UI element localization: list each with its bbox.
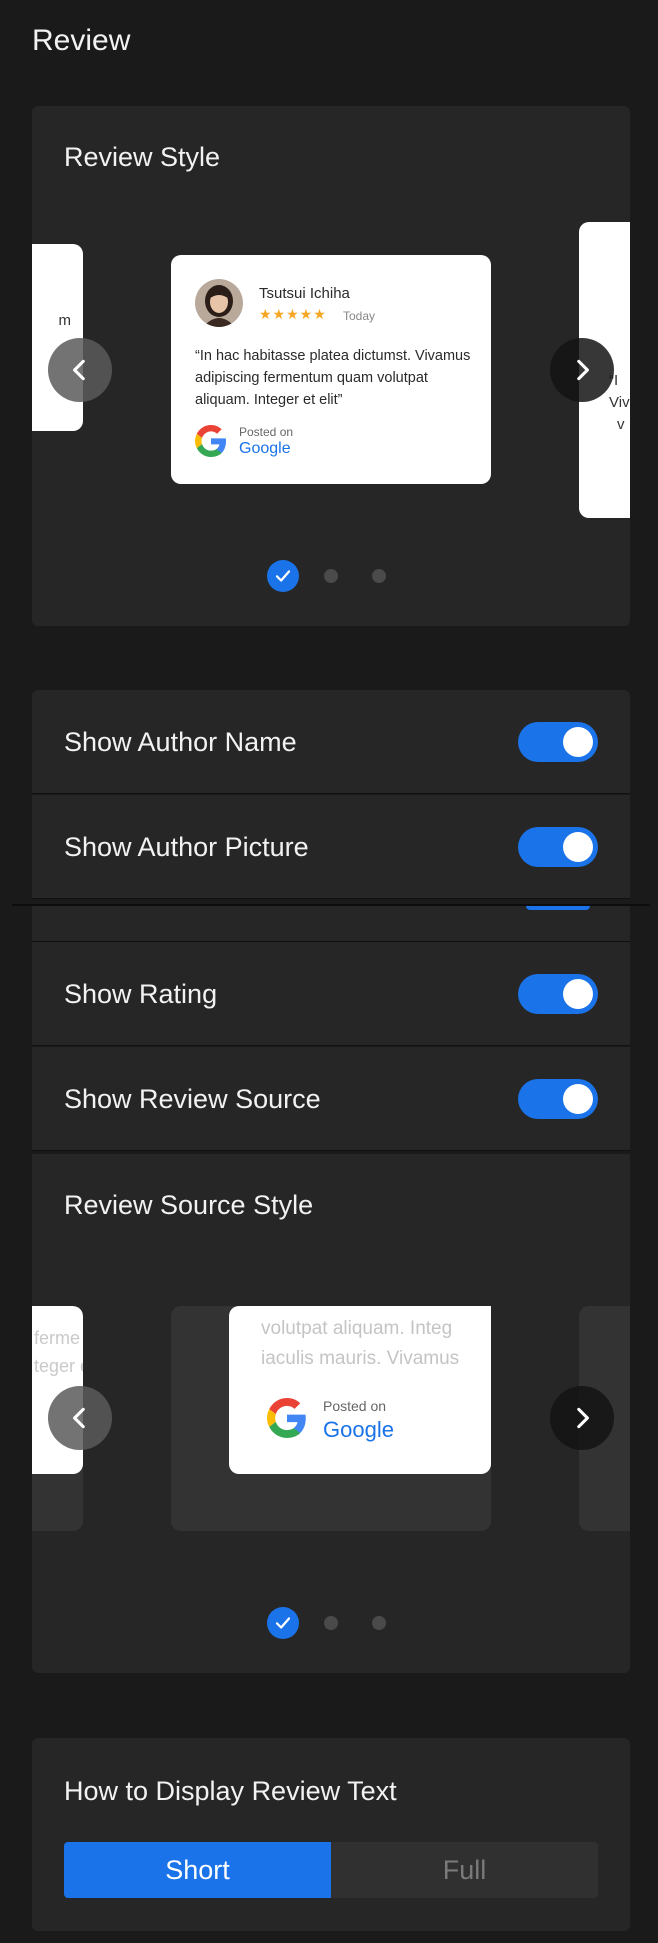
carousel-next-button[interactable] xyxy=(550,338,614,402)
faded-text: ferme xyxy=(34,1328,81,1348)
review-source-style-title: Review Source Style xyxy=(64,1190,314,1220)
peek-text: Viv xyxy=(609,394,630,411)
carousel-prev-button[interactable] xyxy=(48,338,112,402)
switch-knob xyxy=(563,979,593,1009)
toggle-row-author-picture: Show Author Picture xyxy=(32,795,630,899)
toggle-row-author-name: Show Author Name xyxy=(32,690,630,794)
switch-knob xyxy=(563,1084,593,1114)
review-source-style-panel: Review Source Style ferme teger e volutp… xyxy=(32,1154,630,1673)
chevron-right-icon xyxy=(577,359,589,381)
short-option-button[interactable]: Short xyxy=(64,1842,331,1898)
chevron-left-icon xyxy=(73,359,85,381)
chevron-left-icon xyxy=(73,1407,85,1429)
switch-knob xyxy=(563,727,593,757)
toggle-label: Show Author Name xyxy=(64,727,297,757)
carousel-prev-button[interactable] xyxy=(48,1386,112,1450)
switch-edge xyxy=(526,906,590,910)
author-picture-switch[interactable] xyxy=(518,827,598,867)
review-card-preview[interactable]: Tsutsui Ichiha ★★★★★ Today “In hac habit… xyxy=(171,255,491,484)
switch-knob xyxy=(563,832,593,862)
review-source-name: Google xyxy=(239,440,291,457)
carousel-pagination xyxy=(32,560,630,592)
star-rating: ★★★★★ xyxy=(259,306,327,322)
review-source-switch[interactable] xyxy=(518,1079,598,1119)
faded-text: volutpat aliquam. Integ xyxy=(261,1318,453,1339)
pagination-dot-active[interactable] xyxy=(267,1607,299,1639)
google-logo-icon xyxy=(195,425,226,457)
posted-on-label: Posted on xyxy=(323,1398,387,1414)
review-source-name: Google xyxy=(323,1417,394,1442)
toggle-row-review-source: Show Review Source xyxy=(32,1047,630,1151)
faded-text: iaculis mauris. Vivamus xyxy=(261,1348,460,1369)
toggle-label: Show Author Picture xyxy=(64,832,309,862)
author-name: Tsutsui Ichiha xyxy=(259,285,350,302)
display-mode-segmented-control: Short Full xyxy=(64,1842,598,1898)
carousel-pagination xyxy=(32,1607,630,1639)
source-style-preview[interactable]: volutpat aliquam. Integ iaculis mauris. … xyxy=(171,1306,491,1531)
rating-switch[interactable] xyxy=(518,974,598,1014)
source-card: volutpat aliquam. Integ iaculis mauris. … xyxy=(229,1306,491,1474)
display-review-text-title: How to Display Review Text xyxy=(64,1776,397,1806)
pagination-dot[interactable] xyxy=(372,1616,386,1630)
review-date: Today xyxy=(343,309,376,323)
checkmark-icon xyxy=(275,570,291,582)
peek-text: m xyxy=(58,312,72,329)
full-option-button[interactable]: Full xyxy=(331,1842,598,1898)
faded-text: teger e xyxy=(34,1356,83,1376)
review-style-panel: Review Style m Tsutsui Ichiha ★★★★★ Toda… xyxy=(32,106,630,626)
carousel-next-button[interactable] xyxy=(550,1386,614,1450)
toggle-row-partial xyxy=(32,906,630,942)
avatar xyxy=(195,279,243,327)
toggle-row-rating: Show Rating xyxy=(32,942,630,1046)
review-text: “In hac habitasse platea dictumst. Vivam… xyxy=(195,348,471,408)
posted-on-label: Posted on xyxy=(239,425,294,439)
pagination-dot[interactable] xyxy=(324,1616,338,1630)
google-logo-icon xyxy=(267,1398,306,1438)
display-review-text-panel: How to Display Review Text Short Full xyxy=(32,1738,630,1931)
author-name-switch[interactable] xyxy=(518,722,598,762)
chevron-right-icon xyxy=(577,1407,589,1429)
toggle-label: Show Review Source xyxy=(64,1084,321,1114)
pagination-dot[interactable] xyxy=(324,569,338,583)
checkmark-icon xyxy=(275,1617,291,1629)
pagination-dot[interactable] xyxy=(372,569,386,583)
review-style-title: Review Style xyxy=(64,142,221,172)
peek-text: v xyxy=(617,416,625,433)
toggle-label: Show Rating xyxy=(64,979,218,1009)
pagination-dot-active[interactable] xyxy=(267,560,299,592)
page-title: Review xyxy=(32,24,131,57)
